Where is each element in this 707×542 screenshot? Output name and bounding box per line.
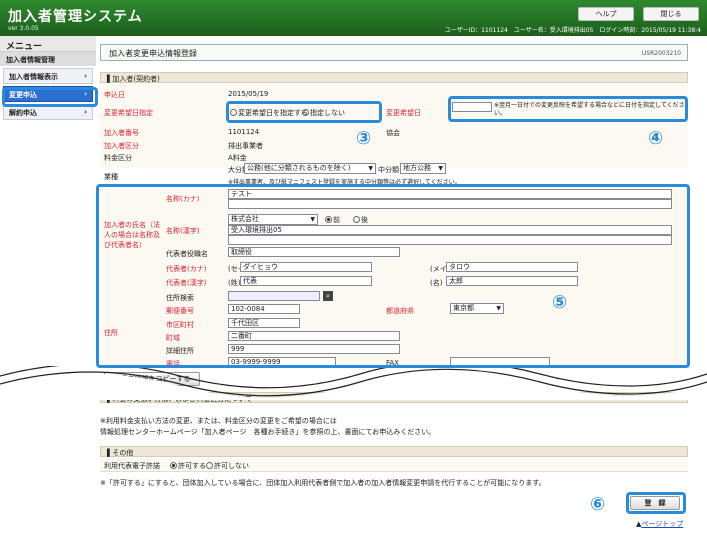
change-date-label: 変更希望日 bbox=[386, 109, 421, 117]
apply-date-value: 2015/05/19 bbox=[228, 90, 269, 98]
type-label: 加入者区分 bbox=[104, 142, 139, 150]
industry-label: 業種 bbox=[104, 173, 118, 181]
app-version: ver 3.0.05 bbox=[8, 25, 39, 32]
callout-6: ⑥ bbox=[590, 494, 606, 515]
payment-note-1: ※利用料金支払い方法の変更、または、料金区分の変更をご希望の場合には bbox=[100, 417, 337, 425]
callout-box-6 bbox=[626, 492, 686, 514]
fee-label: 料金区分 bbox=[104, 154, 132, 162]
apply-date-label: 申込日 bbox=[104, 91, 125, 99]
member-no-value: 1101124 bbox=[228, 128, 260, 136]
menu-title: メニュー bbox=[0, 36, 96, 52]
type-value: 排出事業者 bbox=[228, 142, 263, 150]
section-member: ▌加入者(契約者) bbox=[100, 72, 688, 83]
section-other: ▌その他 bbox=[100, 446, 688, 457]
proxy-deny-radio[interactable]: 許可しない bbox=[206, 461, 249, 471]
app-title: 加入者管理システム bbox=[8, 9, 143, 25]
mid-cat-select[interactable]: 地方公務 bbox=[400, 163, 446, 174]
proxy-note: ※「許可する」にすると、団体加入している場合に、団体加入利用代表者側で加入者の加… bbox=[100, 479, 546, 487]
screen-code: USR2003210 bbox=[641, 50, 681, 57]
callout-3: ③ bbox=[356, 128, 372, 149]
mid-cat-label: 中分類 bbox=[378, 166, 399, 174]
proxy-label: 利用代表電子許諾 bbox=[104, 462, 160, 470]
callout-5: ⑤ bbox=[552, 292, 568, 313]
fee-value: A料金 bbox=[228, 154, 247, 162]
callout-box-3 bbox=[226, 101, 382, 123]
sidebar-item-label: 加入者情報表示 bbox=[9, 73, 58, 81]
proxy-allow-label: 許可する bbox=[178, 462, 206, 470]
radio-icon bbox=[170, 462, 177, 469]
radio-icon bbox=[206, 462, 213, 469]
large-cat-select[interactable]: 公務(他に分類されるものを除く) bbox=[244, 163, 376, 174]
callout-box-2 bbox=[2, 87, 98, 107]
payment-note-2: 情報処理センターホームページ「加入者ページ 各種お手続き」を参照の上、書面にてお… bbox=[100, 428, 436, 436]
help-button[interactable]: ヘルプ bbox=[578, 7, 634, 21]
callout-4: ④ bbox=[648, 128, 664, 149]
chevron-right-icon: › bbox=[84, 72, 87, 80]
page-title: 加入者変更申込情報登録 USR2003210 bbox=[100, 44, 688, 61]
user-info: ユーザーID：1101124 ユーザー名：受入環境排出05 ログイン時刻：201… bbox=[444, 27, 701, 34]
page-top-link[interactable]: ▲ページトップ bbox=[636, 519, 683, 529]
callout-box-5 bbox=[96, 184, 690, 368]
chevron-right-icon: › bbox=[84, 108, 87, 116]
callout-box-4 bbox=[448, 96, 688, 122]
section-other-title: その他 bbox=[112, 449, 134, 457]
change-date-flag-label: 変更希望日指定 bbox=[104, 109, 153, 117]
app-header: 加入者管理システム ver 3.0.05 ヘルプ 閉じる ユーザーID：1101… bbox=[0, 0, 707, 36]
page-title-text: 加入者変更申込情報登録 bbox=[109, 49, 197, 58]
assoc-label: 協会 bbox=[386, 129, 400, 137]
sidebar-item-label: 解約申込 bbox=[9, 109, 37, 117]
member-no-label: 加入者番号 bbox=[104, 129, 139, 137]
menu-section: 加入者情報管理 bbox=[0, 52, 96, 66]
sidebar-item-info[interactable]: 加入者情報表示 › bbox=[3, 68, 93, 84]
proxy-deny-label: 許可しない bbox=[214, 462, 249, 470]
close-button[interactable]: 閉じる bbox=[643, 7, 699, 21]
page-top-label: ページトップ bbox=[641, 520, 684, 528]
payment-note: ※利用料金支払い方法の変更、または、料金区分の変更をご希望の場合には 情報処理セ… bbox=[100, 416, 435, 438]
proxy-allow-radio[interactable]: 許可する bbox=[170, 461, 206, 471]
page-break-wave bbox=[0, 366, 707, 400]
section-member-title: 加入者(契約者) bbox=[112, 75, 160, 83]
